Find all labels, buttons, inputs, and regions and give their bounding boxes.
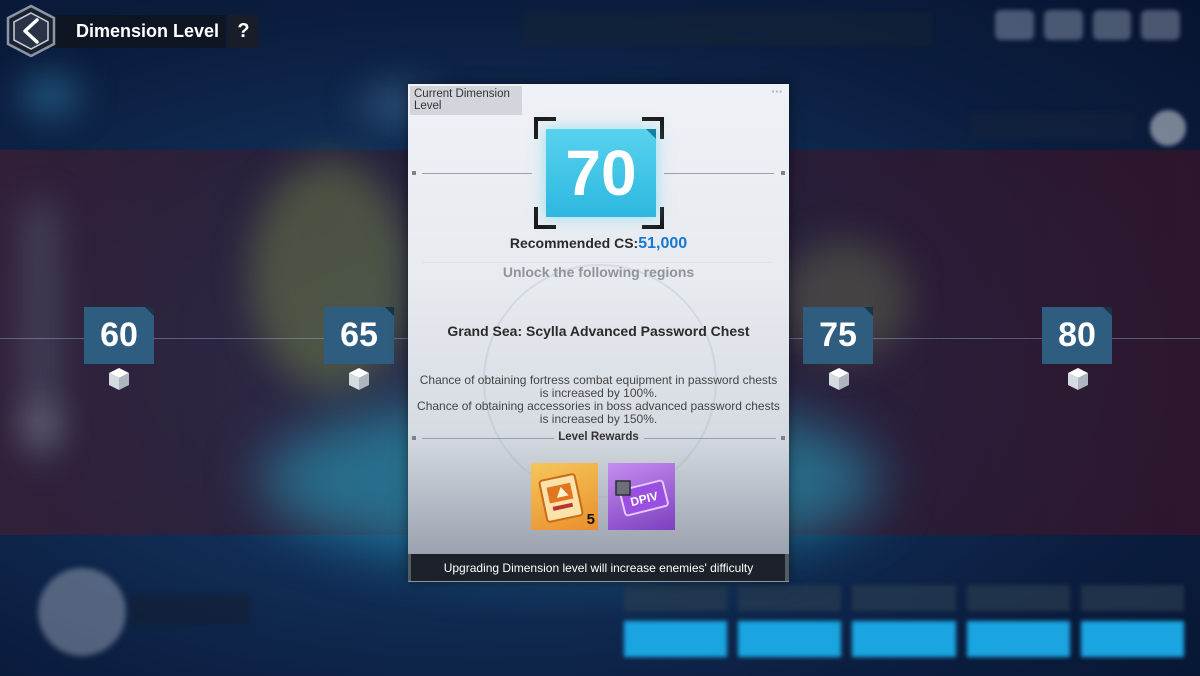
difficulty-warning: Upgrading Dimension level will increase … <box>411 554 786 581</box>
region-name: Grand Sea: Scylla Advanced Password Ches… <box>447 323 750 339</box>
divider-left <box>422 173 532 174</box>
unlock-heading: Unlock the following regions <box>502 264 695 280</box>
level-value: 65 <box>340 316 378 354</box>
level-tile-80[interactable]: 80 <box>1042 307 1112 364</box>
level-tile-75[interactable]: 75 <box>803 307 873 364</box>
reward-chip[interactable]: DPIV <box>608 463 675 530</box>
cube-reward-icon <box>1068 368 1088 390</box>
level-tile-60[interactable]: 60 <box>84 307 154 364</box>
bottom-region-cards <box>624 585 1185 660</box>
current-level-value: 70 <box>565 137 637 209</box>
recommended-cs: Recommended CS:51,000 <box>408 235 789 253</box>
warning-edge <box>785 554 789 581</box>
divider-dot <box>781 171 785 175</box>
level-value: 60 <box>100 316 138 354</box>
current-level-label: Current Dimension Level <box>410 86 522 115</box>
region-label <box>130 595 250 625</box>
cube-reward-icon <box>349 368 369 390</box>
recommended-cs-label: Recommended CS: <box>509 235 639 251</box>
help-button[interactable]: ? <box>228 15 259 48</box>
divider-dot <box>412 171 416 175</box>
back-button[interactable] <box>4 4 58 58</box>
page-title: Dimension Level <box>46 15 226 48</box>
top-currency-icons <box>995 10 1180 40</box>
reward-quantity: 5 <box>586 511 595 528</box>
cube-reward-icon <box>829 368 849 390</box>
current-level-tile: 70 <box>546 129 656 217</box>
divider-right <box>664 173 774 174</box>
sort-toggle <box>1150 110 1186 146</box>
level-value: 80 <box>1058 316 1096 354</box>
dimension-level-panel: Current Dimension Level ▪▪▪ 70 Recommend… <box>408 84 789 582</box>
rewards-title: Level Rewards <box>558 431 639 443</box>
recommended-cs-value: 51,000 <box>638 235 688 252</box>
description-line: is increased by 150%. <box>539 412 658 426</box>
top-resource-bar <box>522 12 932 46</box>
level-value: 75 <box>819 316 857 354</box>
bonus-description: Chance of obtaining fortress combat equi… <box>408 374 789 426</box>
cube-reward-icon <box>109 368 129 390</box>
reward-voucher[interactable]: 5 <box>531 463 598 530</box>
divider <box>422 262 772 263</box>
purple-dpiv-chip-icon: DPIV <box>615 479 669 517</box>
region-wheel <box>38 568 126 656</box>
level-tile-65[interactable]: 65 <box>324 307 394 364</box>
panel-decoration: ▪▪▪ <box>771 87 783 96</box>
sort-bar <box>970 112 1135 140</box>
